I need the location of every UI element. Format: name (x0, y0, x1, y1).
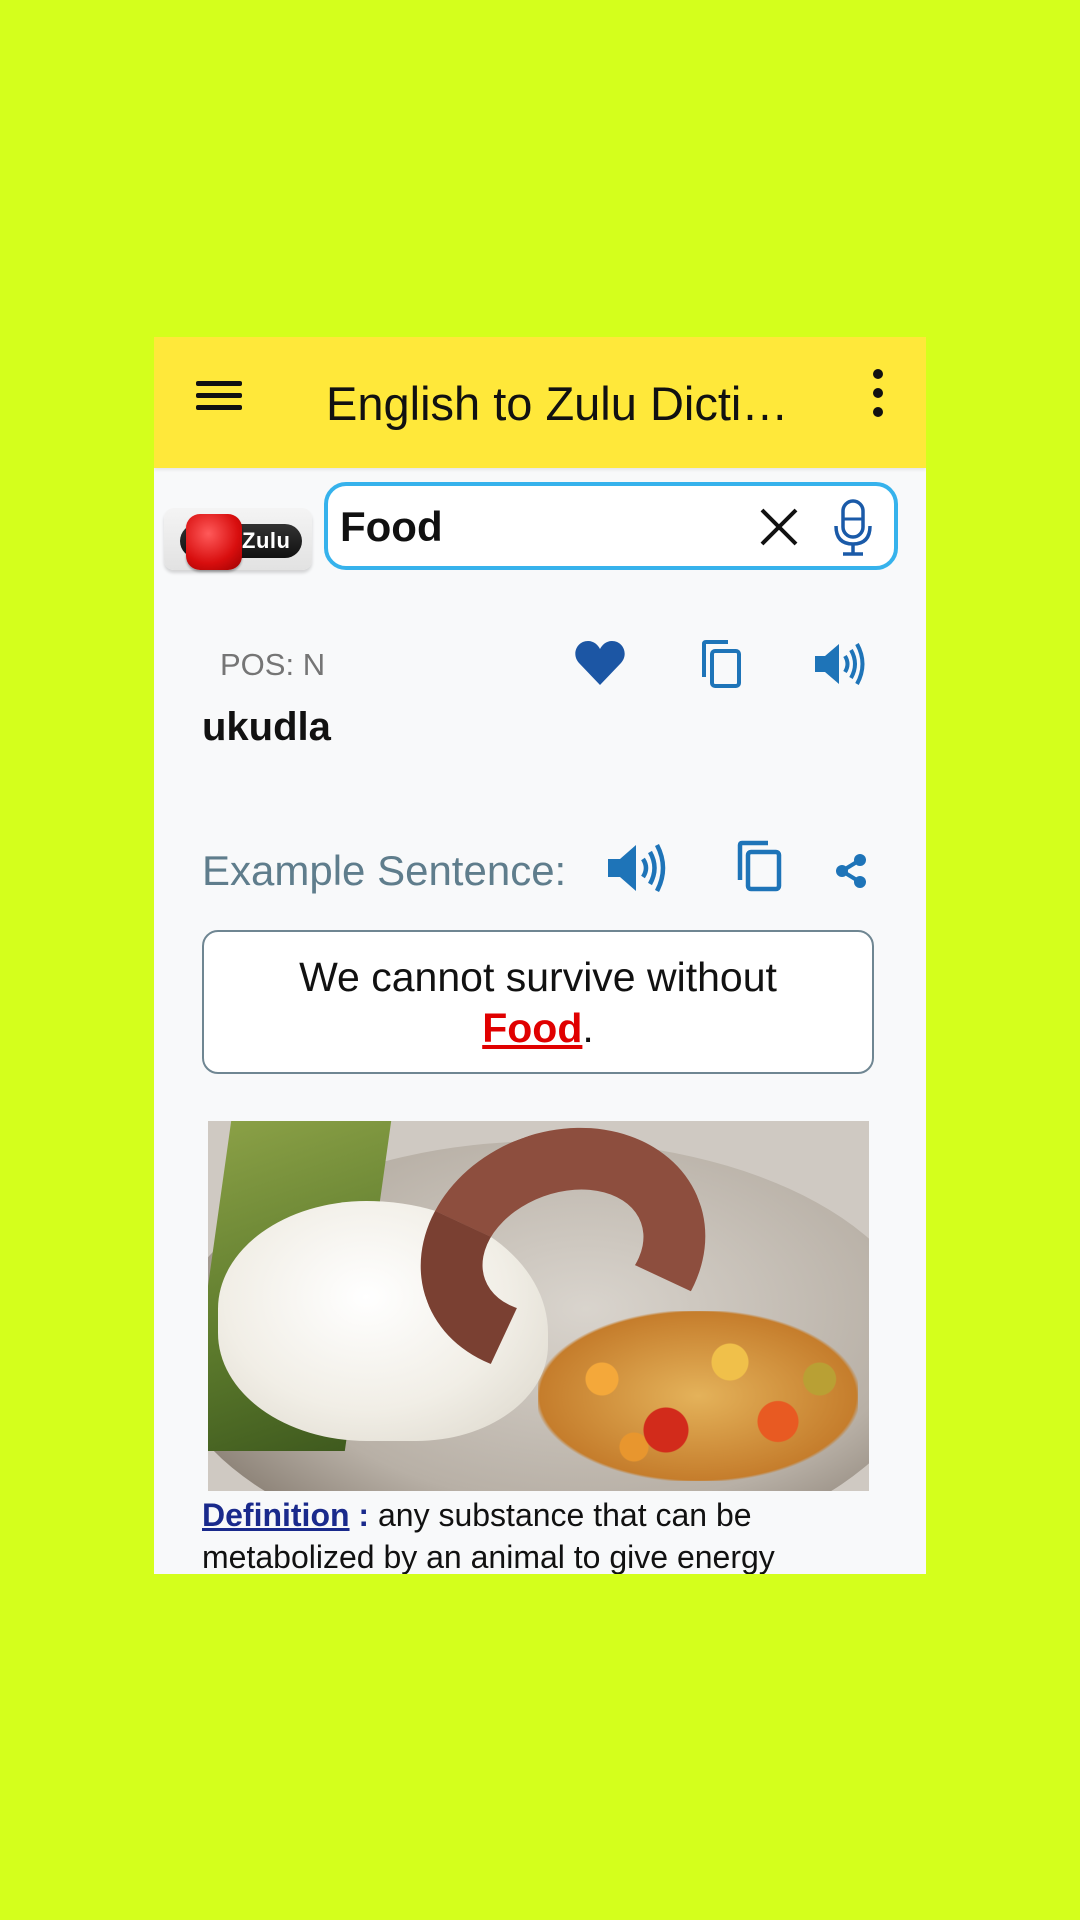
hamburger-menu-icon[interactable] (196, 373, 246, 417)
example-sentence-label: Example Sentence: (202, 847, 567, 894)
definition-text: Definition : any substance that can be m… (202, 1494, 882, 1574)
microphone-icon[interactable] (828, 498, 878, 558)
example-volume-icon[interactable] (606, 840, 668, 896)
example-sentence-end: . (582, 1005, 594, 1051)
word-illustration-image (208, 1121, 869, 1491)
definition-label: Definition : (202, 1497, 370, 1533)
language-badge-button-icon (186, 514, 242, 570)
volume-icon[interactable] (813, 639, 867, 689)
example-copy-icon[interactable] (736, 840, 784, 892)
example-highlight-word: Food (482, 1005, 583, 1051)
app-window: English to Zulu Dicti… Zulu Food POS: N … (154, 337, 926, 1574)
part-of-speech: POS: N (220, 647, 326, 682)
search-input[interactable] (338, 496, 742, 558)
search-row: Zulu (154, 468, 926, 588)
app-title: English to Zulu Dicti… (326, 377, 789, 430)
heart-icon[interactable] (574, 639, 626, 687)
example-sentence-box: We cannot survive without Food. (202, 930, 874, 1074)
close-icon[interactable] (756, 504, 802, 550)
app-bar: English to Zulu Dicti… (154, 337, 926, 468)
example-sentence-text: We cannot survive without (299, 954, 777, 1000)
translation-text: ukudla (202, 705, 331, 749)
search-box (324, 482, 898, 570)
more-vertical-icon[interactable] (868, 369, 888, 417)
language-badge[interactable]: Zulu (164, 508, 312, 570)
share-icon[interactable] (834, 853, 868, 889)
language-badge-label: Zulu (242, 528, 291, 553)
copy-icon[interactable] (700, 639, 742, 689)
